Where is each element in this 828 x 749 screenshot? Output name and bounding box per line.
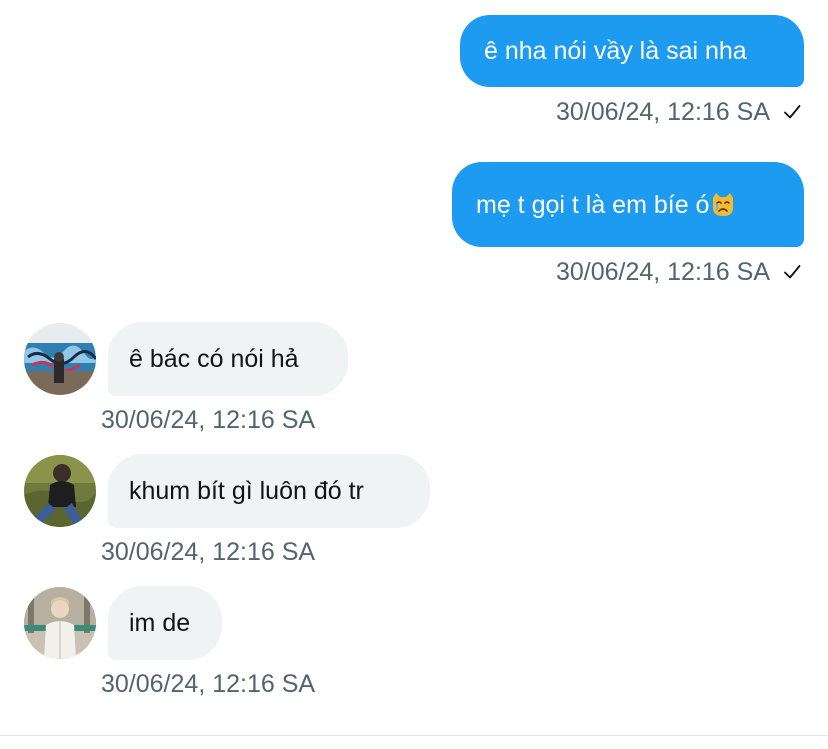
sender-avatar[interactable] xyxy=(24,455,96,527)
message-text: ê bác có nói hả xyxy=(129,345,299,373)
outgoing-message-bubble[interactable]: mẹ t gọi t là em bíe ó xyxy=(452,162,804,247)
message-text: im de xyxy=(129,609,191,637)
divider xyxy=(0,735,828,736)
conversation-thread: ê nha nói vầy là sai nha 30/06/24, 12:16… xyxy=(0,0,828,749)
message-meta: 30/06/24, 12:16 SA xyxy=(556,97,802,127)
incoming-message-bubble[interactable]: im de xyxy=(108,586,222,660)
message-meta: 30/06/24, 12:16 SA xyxy=(101,669,315,699)
sent-check-icon xyxy=(784,265,801,279)
message-timestamp: 30/06/24, 12:16 SA xyxy=(555,98,770,126)
incoming-message-bubble[interactable]: khum bít gì luôn đó tr xyxy=(108,454,430,528)
message-timestamp: 30/06/24, 12:16 SA xyxy=(101,406,316,434)
crying-cat-face-emoji xyxy=(713,192,734,216)
sender-avatar[interactable] xyxy=(24,323,96,395)
person-in-white-jacket-photo xyxy=(24,587,96,659)
person-sitting-on-grass-photo xyxy=(24,455,96,527)
message-text: khum bít gì luôn đó tr xyxy=(129,477,364,505)
message-timestamp: 30/06/24, 12:16 SA xyxy=(101,670,316,698)
outgoing-message-bubble[interactable]: ê nha nói vầy là sai nha xyxy=(460,15,804,87)
message-meta: 30/06/24, 12:16 SA xyxy=(101,405,315,435)
sender-avatar[interactable] xyxy=(24,587,96,659)
graffiti-wall-photo xyxy=(24,323,96,395)
message-timestamp: 30/06/24, 12:16 SA xyxy=(101,538,316,566)
message-meta: 30/06/24, 12:16 SA xyxy=(101,537,315,567)
sent-check-icon xyxy=(784,105,801,119)
message-timestamp: 30/06/24, 12:16 SA xyxy=(555,258,770,286)
incoming-message-bubble[interactable]: ê bác có nói hả xyxy=(108,322,348,396)
message-text: ê nha nói vầy là sai nha xyxy=(484,37,747,65)
message-meta: 30/06/24, 12:16 SA xyxy=(556,257,802,287)
message-text: mẹ t gọi t là em bíe ó xyxy=(476,190,710,219)
